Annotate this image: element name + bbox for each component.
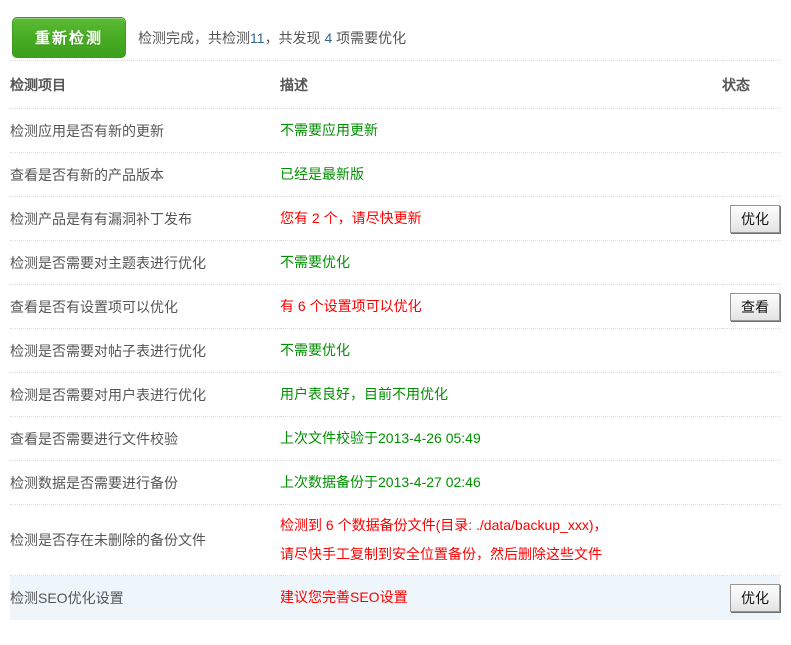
- table-row: 检测产品是有有漏洞补丁发布 您有 2 个，请尽快更新 优化: [10, 196, 780, 241]
- summary-suffix: 项需要优化: [332, 29, 407, 46]
- header-status: 状态: [722, 60, 780, 109]
- status-cell: 查看: [722, 284, 780, 329]
- description-text: 已经是最新版: [280, 166, 364, 182]
- check-item-label: 检测是否需要对帖子表进行优化: [10, 328, 280, 373]
- description-cell: 已经是最新版: [280, 152, 722, 197]
- status-cell: [722, 108, 780, 153]
- check-item-label: 检测SEO优化设置: [10, 575, 280, 620]
- table-row: 检测是否存在未删除的备份文件 检测到 6 个数据备份文件(目录: ./data/b…: [10, 504, 780, 576]
- check-item-label: 查看是否需要进行文件校验: [10, 416, 280, 461]
- check-item-label: 检测是否需要对主题表进行优化: [10, 240, 280, 285]
- header-item: 检测项目: [10, 60, 280, 109]
- description-text: 不需要优化: [280, 342, 350, 358]
- description-cell: 有 6 个设置项可以优化: [280, 284, 722, 329]
- check-item-label: 检测是否需要对用户表进行优化: [10, 372, 280, 417]
- description-text: 您有 2 个，请尽快更新: [280, 210, 422, 226]
- summary-total-checked: 11: [250, 29, 265, 46]
- description-text: 不需要应用更新: [280, 122, 378, 138]
- table-header-row: 检测项目 描述 状态: [10, 60, 780, 109]
- status-cell: 优化: [722, 575, 780, 620]
- table-row: 检测应用是否有新的更新 不需要应用更新: [10, 108, 780, 153]
- table-row: 查看是否有新的产品版本 已经是最新版: [10, 152, 780, 197]
- table-row: 检测是否需要对主题表进行优化 不需要优化: [10, 240, 780, 285]
- summary-prefix: 检测完成，共检测: [138, 29, 251, 46]
- description-text: 检测到 6 个数据备份文件(目录: ./data/backup_xxx)， 请尽…: [280, 517, 608, 562]
- description-text: 不需要优化: [280, 254, 350, 270]
- check-item-label: 查看是否有设置项可以优化: [10, 284, 280, 329]
- check-table: 检测项目 描述 状态 检测应用是否有新的更新 不需要应用更新 查看是否有新的产品版本…: [10, 60, 780, 620]
- description-cell: 上次数据备份于2013-4-27 02:46: [280, 460, 722, 505]
- status-cell: [722, 504, 780, 576]
- description-cell: 不需要应用更新: [280, 108, 722, 153]
- detection-results-page: 重新检测 检测完成，共检测11，共发现 4 项需要优化 检测项目 描述 状态 检…: [0, 0, 791, 645]
- action-button[interactable]: 优化: [730, 583, 780, 612]
- check-item-label: 查看是否有新的产品版本: [10, 152, 280, 197]
- table-row: 检测数据是否需要进行备份 上次数据备份于2013-4-27 02:46: [10, 460, 780, 505]
- table-row: 查看是否需要进行文件校验 上次文件校验于2013-4-26 05:49: [10, 416, 780, 461]
- check-item-label: 检测应用是否有新的更新: [10, 108, 280, 153]
- description-text: 用户表良好，目前不用优化: [280, 386, 448, 402]
- table-row: 检测是否需要对帖子表进行优化 不需要优化: [10, 328, 780, 373]
- check-item-label: 检测数据是否需要进行备份: [10, 460, 280, 505]
- status-cell: [722, 372, 780, 417]
- table-row: 检测是否需要对用户表进行优化 用户表良好，目前不用优化: [10, 372, 780, 417]
- check-item-label: 检测产品是有有漏洞补丁发布: [10, 196, 280, 241]
- description-text: 有 6 个设置项可以优化: [280, 298, 422, 314]
- status-cell: [722, 328, 780, 373]
- description-cell: 不需要优化: [280, 328, 722, 373]
- header-description: 描述: [280, 60, 722, 109]
- status-cell: [722, 416, 780, 461]
- summary-text: 检测完成，共检测11，共发现 4 项需要优化: [138, 28, 406, 48]
- status-cell: [722, 240, 780, 285]
- status-cell: [722, 460, 780, 505]
- action-button[interactable]: 优化: [730, 204, 780, 233]
- table-row: 检测SEO优化设置 建议您完善SEO设置 优化: [10, 575, 780, 620]
- description-cell: 上次文件校验于2013-4-26 05:49: [280, 416, 722, 461]
- summary-middle: ，共发现: [264, 29, 325, 46]
- description-text: 上次数据备份于2013-4-27 02:46: [280, 474, 481, 490]
- description-cell: 您有 2 个，请尽快更新: [280, 196, 722, 241]
- status-cell: 优化: [722, 196, 780, 241]
- description-cell: 建议您完善SEO设置: [280, 575, 722, 620]
- description-cell: 检测到 6 个数据备份文件(目录: ./data/backup_xxx)， 请尽…: [280, 504, 722, 576]
- description-cell: 不需要优化: [280, 240, 722, 285]
- table-row: 查看是否有设置项可以优化有 6 个设置项可以优化 查看: [10, 284, 780, 329]
- topbar: 重新检测 检测完成，共检测11，共发现 4 项需要优化: [0, 0, 791, 60]
- description-text: 上次文件校验于2013-4-26 05:49: [280, 430, 481, 446]
- description-cell: 用户表良好，目前不用优化: [280, 372, 722, 417]
- check-item-label: 检测是否存在未删除的备份文件: [10, 504, 280, 576]
- status-cell: [722, 152, 780, 197]
- recheck-button[interactable]: 重新检测: [12, 17, 127, 58]
- action-button[interactable]: 查看: [730, 292, 780, 321]
- description-text: 建议您完善SEO设置: [280, 589, 408, 606]
